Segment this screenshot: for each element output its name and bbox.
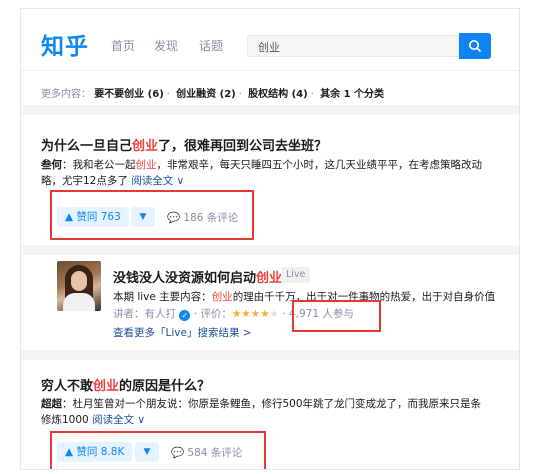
- nav-explore[interactable]: 发现: [154, 37, 178, 54]
- section-divider: [21, 245, 519, 255]
- rating-star-empty: ★: [269, 308, 279, 320]
- top-bar: 知乎 首页 发现 话题 创业: [21, 9, 519, 71]
- answer-author[interactable]: 叁何: [41, 159, 62, 171]
- live-avatar[interactable]: [57, 261, 101, 311]
- comment-icon: 💬: [171, 447, 185, 459]
- downvote-button[interactable]: ▼: [131, 207, 155, 227]
- zhihu-logo[interactable]: 知乎: [41, 27, 89, 61]
- live-meta: 讲者：有人打 ✓ · 评价：★★★★★ · 4,971 人参与: [113, 306, 354, 321]
- live-title[interactable]: 没钱没人没资源如何启动创业: [113, 267, 282, 286]
- see-more-live-link[interactable]: 查看更多「Live」搜索结果 >: [113, 325, 252, 340]
- answer-excerpt[interactable]: 超超：杜月笙曾对一个朋友说：你原是条鲤鱼，修行500年跳了龙门变成龙了，而我原来…: [41, 396, 503, 428]
- question-title[interactable]: 穷人不敢创业的原因是什么？: [41, 375, 210, 394]
- question-title[interactable]: 为什么一旦自己创业了，很难再回到公司去坐班？: [41, 135, 327, 154]
- answer-author[interactable]: 超超: [41, 398, 62, 410]
- live-description: 本期 live 主要内容：创业的理由千千万，出于对一件事物的热爱，出于对自身价值: [113, 291, 496, 303]
- upvote-button[interactable]: ▲ 赞同 8.8K: [57, 442, 133, 462]
- search-icon: [469, 40, 482, 53]
- nav-home[interactable]: 首页: [111, 37, 135, 54]
- live-badge: Live: [281, 267, 311, 283]
- category-link[interactable]: 股权结构 (4): [248, 89, 308, 100]
- rating-stars: ★★★★: [231, 308, 270, 320]
- section-divider: [21, 350, 519, 360]
- category-link[interactable]: 要不要创业 (6): [94, 89, 164, 100]
- category-link[interactable]: 其余 1 个分类: [320, 89, 384, 100]
- verified-icon: ✓: [179, 310, 191, 321]
- rating-label: · 评价：: [193, 308, 232, 320]
- answer-excerpt[interactable]: 叁何：我和老公一起创业，非常艰辛，每天只睡四五个小时，这几天业绩平平，在考虑策略…: [41, 157, 503, 189]
- search-input[interactable]: 创业: [247, 35, 459, 57]
- nav-topics[interactable]: 话题: [199, 37, 223, 54]
- more-categories: 更多内容： 要不要创业 (6) · 创业融资 (2) · 股权结构 (4) · 其余 …: [41, 89, 385, 100]
- comments-link[interactable]: 💬 186 条评论: [167, 210, 238, 225]
- read-more-link[interactable]: 阅读全文 ∨: [131, 175, 184, 187]
- comments-link[interactable]: 💬 584 条评论: [171, 445, 242, 460]
- search-button[interactable]: [459, 33, 491, 59]
- section-divider: [21, 105, 519, 115]
- category-link[interactable]: 创业融资 (2): [176, 89, 236, 100]
- speaker-label[interactable]: 讲者：有人打: [113, 308, 176, 320]
- upvote-button[interactable]: ▲ 赞同 763: [57, 207, 129, 227]
- downvote-button[interactable]: ▼: [135, 442, 159, 462]
- search-results-page: 知乎 首页 发现 话题 创业 更多内容： 要不要创业 (6) · 创业融资 (2)…: [20, 8, 520, 470]
- comment-icon: 💬: [167, 212, 181, 224]
- participants-count: · 4,971 人参与: [282, 308, 354, 320]
- more-label: 更多内容：: [41, 89, 91, 100]
- read-more-link[interactable]: 阅读全文 ∨: [92, 414, 145, 426]
